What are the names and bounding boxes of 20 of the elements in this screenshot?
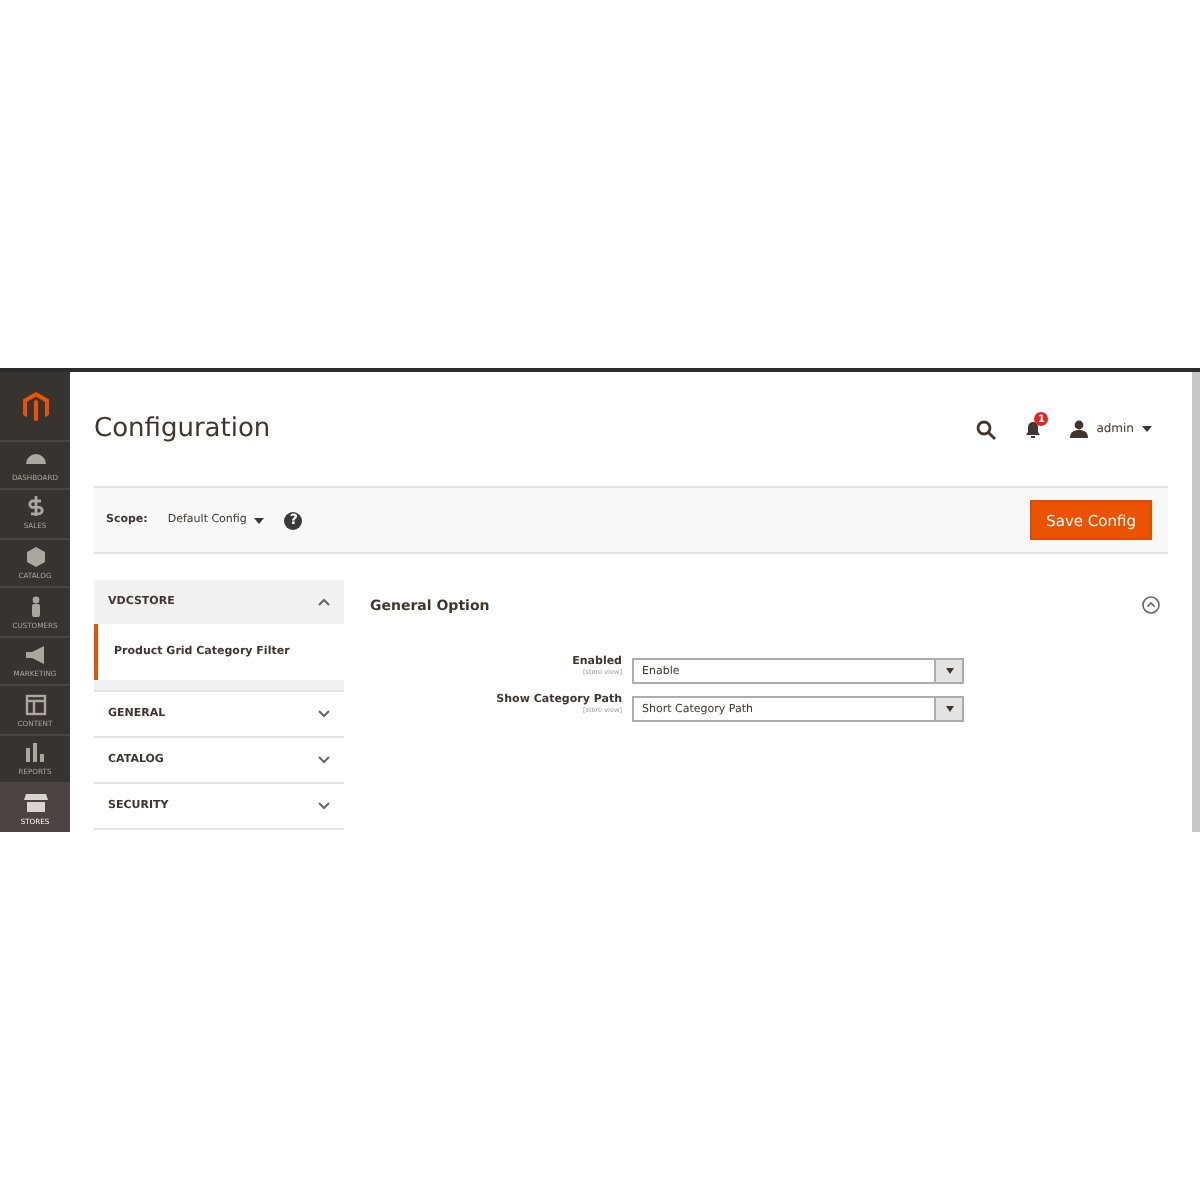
bell-icon [1024,420,1043,438]
chevron-down-icon [318,802,330,810]
layout-icon [23,693,47,716]
chevron-down-icon [318,756,330,764]
caret-icon [945,706,953,712]
caret-icon [945,668,953,674]
page-title: Configuration [94,414,273,444]
megaphone-icon [23,644,47,667]
dollar-icon [23,496,47,519]
logo-icon [19,392,51,422]
scrollbar[interactable] [1192,372,1200,832]
bar-chart-icon [23,742,47,765]
box-icon [23,545,47,568]
chevron-up-icon [318,598,330,606]
search-icon [976,419,997,439]
shop-icon [23,791,47,814]
caret-icon [1142,426,1152,432]
caret-icon [254,517,265,523]
user-icon [1070,420,1089,438]
chevron-down-icon [318,710,330,718]
